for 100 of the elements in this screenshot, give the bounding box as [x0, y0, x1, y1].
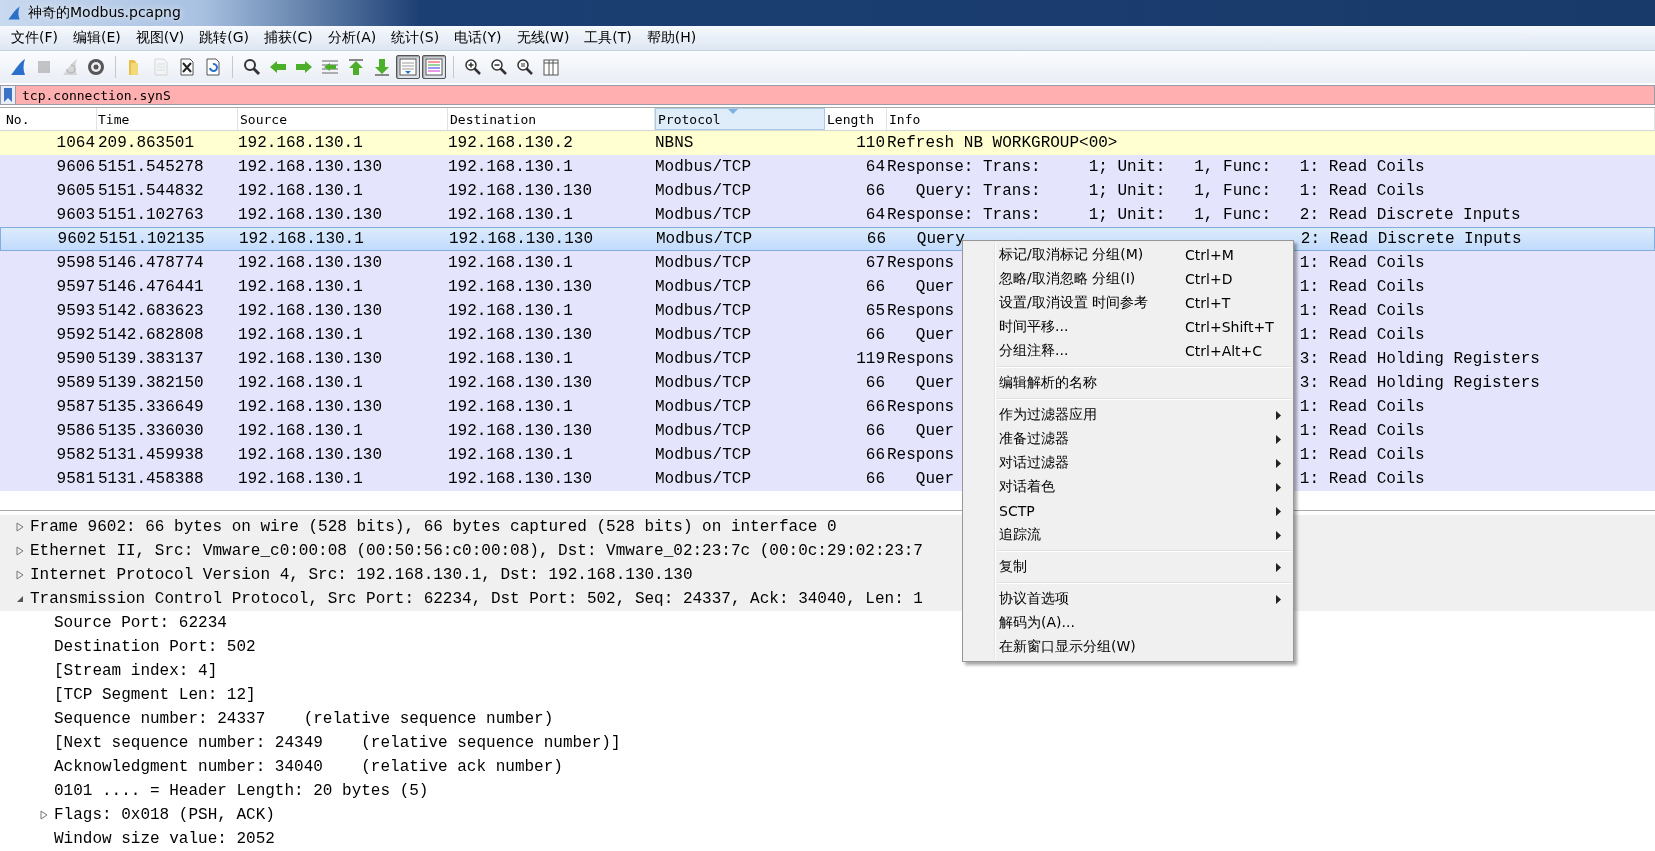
detail-line[interactable]: Source Port: 62234 [54, 614, 227, 632]
source-address: 192.168.130.1 [238, 182, 364, 200]
detail-line[interactable]: Sequence number: 24337 (relative sequence number) [54, 710, 554, 728]
expand-triangle-icon[interactable] [14, 545, 26, 557]
source-address: 192.168.130.1 [238, 422, 364, 440]
detail-line[interactable]: [TCP Segment Len: 12] [54, 686, 256, 704]
toolbar-button[interactable] [422, 55, 446, 79]
time-cell-text: 5151.545278 [97, 158, 205, 176]
time-cell-text: 5151.102135 [98, 230, 206, 248]
context-menu-item[interactable]: 在新窗口显示分组(W) [963, 635, 1293, 659]
context-menu-item[interactable]: SCTP [963, 499, 1293, 523]
protocol-cell-text: Modbus/TCP [655, 446, 752, 464]
zoom-in-icon [463, 57, 483, 77]
column-header[interactable]: Info [887, 108, 1655, 130]
auto-scroll-icon [398, 57, 418, 77]
column-header[interactable]: Time [97, 108, 238, 130]
column-header[interactable]: No. [0, 108, 97, 130]
info-text: Quer [914, 326, 955, 344]
menu-item[interactable]: 工具(T) [577, 29, 640, 47]
packet-row[interactable]: 9606 5151.545278 192.168.130.130 192.168.130.1 Modbus/TCP 64Response: Trans: 1; Unit: 1, Func: 1: Read Coils [0, 155, 1655, 179]
expand-triangle-icon[interactable] [38, 809, 50, 821]
time-cell-text: 5139.383137 [97, 350, 205, 368]
menu-item[interactable]: 文件(F) [4, 29, 66, 47]
detail-line[interactable]: Window size value: 2052 [54, 830, 275, 848]
source-address: 192.168.130.130 [238, 158, 384, 176]
detail-line[interactable]: Flags: 0x018 (PSH, ACK) [54, 806, 275, 824]
source-address: 192.168.130.130 [238, 446, 384, 464]
last-packet-icon [372, 57, 392, 77]
first-packet-icon [346, 57, 366, 77]
protocol-cell-text: NBNS [655, 134, 695, 152]
detail-line[interactable]: Destination Port: 502 [54, 638, 256, 656]
destination-address: 192.168.130.1 [448, 398, 574, 416]
search-icon [242, 57, 262, 77]
length-cell-text: 66 [864, 470, 886, 488]
protocol-cell-text: Modbus/TCP [655, 422, 752, 440]
protocol-cell-text: Modbus/TCP [655, 350, 752, 368]
packet-number: 1064 [55, 134, 96, 152]
info-text: 1: Read Coils [1299, 278, 1425, 296]
packet-number: 9582 [55, 446, 96, 464]
destination-address: 192.168.130.2 [448, 134, 574, 152]
expand-triangle-icon[interactable] [14, 569, 26, 581]
menu-item[interactable]: 编辑(E) [66, 29, 129, 47]
packet-row[interactable]: 9603 5151.102763 192.168.130.130 192.168.130.1 Modbus/TCP 64Response: Trans: 1; Unit: 1, Func: 2: Read Discrete Inputs [0, 203, 1655, 227]
source-address: 192.168.130.130 [238, 398, 384, 416]
detail-line[interactable]: [Next sequence number: 24349 (relative sequence number)] [54, 734, 621, 752]
file-icon [151, 57, 171, 77]
info-text: Response: Trans: 1; Unit: 1, Func: 1: Read Coils [887, 158, 1425, 176]
length-cell-text: 66 [864, 278, 886, 296]
menu-item[interactable]: 捕获(C) [257, 29, 321, 47]
column-header[interactable]: Source [238, 108, 448, 130]
context-menu-item[interactable]: 追踪流 [963, 523, 1293, 547]
context-menu-item[interactable]: 复制 [963, 555, 1293, 579]
time-cell-text: 5135.336030 [97, 422, 205, 440]
menu-item[interactable]: 视图(V) [128, 29, 193, 47]
length-cell-text: 66 [864, 422, 886, 440]
detail-line[interactable]: Acknowledgment number: 34040 (relative ack number) [54, 758, 563, 776]
time-cell-text: 5139.382150 [97, 374, 205, 392]
context-menu-item[interactable]: 编辑解析的名称 [963, 371, 1293, 395]
detail-line[interactable]: Transmission Control Protocol, Src Port: 62234, Dst Port: 502, Seq: 24337, Ack: 34040, Len: 1 [30, 590, 923, 608]
close-file-icon [177, 57, 197, 77]
column-header[interactable]: Protocol [655, 108, 825, 130]
sort-arrow-icon [728, 109, 738, 114]
toolbar-button[interactable] [396, 55, 420, 79]
packet-number: 9592 [55, 326, 96, 344]
packet-number: 9587 [55, 398, 96, 416]
protocol-cell-text: Modbus/TCP [655, 326, 752, 344]
destination-address: 192.168.130.1 [448, 302, 574, 320]
info-text: 1: Read Coils [1299, 254, 1425, 272]
protocol-cell-text: Modbus/TCP [655, 158, 752, 176]
zoom-reset-icon [515, 57, 535, 77]
menu-item[interactable]: 跳转(G) [192, 29, 258, 47]
time-cell-text: 5135.336649 [97, 398, 205, 416]
zoom-out-icon [489, 57, 509, 77]
filter-field[interactable]: tcp.connection.synS [15, 85, 1655, 105]
source-address: 192.168.130.1 [238, 134, 364, 152]
expand-triangle-icon[interactable] [14, 521, 26, 533]
menu-item[interactable]: 无线(W) [509, 29, 578, 47]
length-cell-text: 67 [864, 254, 886, 272]
length-cell-text: 65 [864, 302, 886, 320]
bookmark-icon[interactable] [4, 88, 12, 102]
destination-address: 192.168.130.1 [448, 350, 574, 368]
source-address: 192.168.130.130 [238, 206, 384, 224]
context-menu-item[interactable]: 协议首选项 [963, 587, 1293, 611]
column-header[interactable]: Length [825, 108, 887, 130]
packet-row[interactable]: 9605 5151.544832 192.168.130.1 192.168.130.130 Modbus/TCP 66 Query: Trans: 1; Unit: 1, Func: 1: Read Coils [0, 179, 1655, 203]
restart-icon [60, 57, 80, 77]
menu-item[interactable]: 统计(S) [384, 29, 448, 47]
menu-item[interactable]: 电话(Y) [447, 29, 510, 47]
menu-item[interactable]: 分析(A) [320, 29, 385, 47]
detail-line[interactable]: 0101 .... = Header Length: 20 bytes (5) [54, 782, 429, 800]
packet-row[interactable]: 1064 209.863501 192.168.130.1 192.168.130.2 NBNS 110 Refresh NB WORKGROUP<00> [0, 131, 1655, 155]
protocol-cell-text: Modbus/TCP [655, 374, 752, 392]
info-text: Respons [887, 302, 955, 320]
time-cell-text: 5142.682808 [97, 326, 205, 344]
menu-item[interactable]: 帮助(H) [639, 29, 705, 47]
length-cell-text: 64 [864, 206, 886, 224]
destination-address: 192.168.130.1 [448, 206, 574, 224]
info-text: Quer [914, 422, 955, 440]
detail-line[interactable]: [Stream index: 4] [54, 662, 218, 680]
context-menu-item[interactable]: 解码为(A)... [963, 611, 1293, 635]
